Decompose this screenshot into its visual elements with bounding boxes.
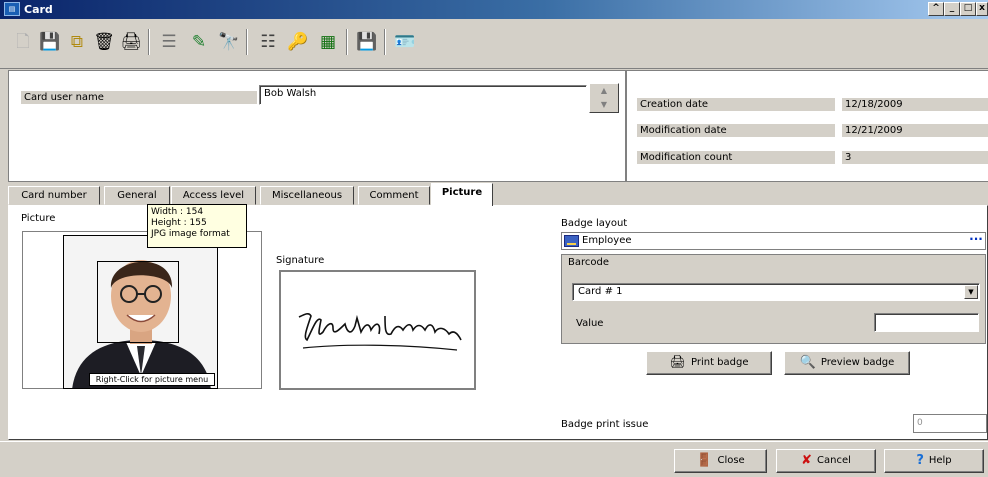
minimize-icon[interactable]: _ — [944, 2, 960, 16]
toolbar-separator — [148, 29, 150, 55]
toolbar: 🗋 💾 ⧉ 🗑 🖨 ☰ ✎ 🔭 ☷ 🔑 ▦ 💾 🪪 — [0, 19, 988, 69]
picture-tab-page: Picture Right-Click for picture menu Wid… — [8, 204, 988, 440]
modification-date-label: Modification date — [637, 124, 835, 137]
picture-frame[interactable]: Right-Click for picture menu — [22, 231, 262, 389]
window-title: Card — [24, 3, 53, 16]
tab-comment[interactable]: Comment — [358, 186, 430, 205]
user-name-section: Card user name Bob Walsh ▲ ▼ — [9, 71, 625, 181]
signature-image — [298, 312, 462, 351]
floppy-icon[interactable]: 💾 — [354, 29, 380, 55]
cancel-button[interactable]: ✘ Cancel — [776, 449, 876, 473]
picture-label: Picture — [21, 213, 56, 224]
print-badge-button[interactable]: 🖨 Print badge — [646, 351, 772, 375]
card-user-name-field[interactable]: Bob Walsh — [259, 85, 587, 105]
restore-icon[interactable]: ^ — [928, 2, 944, 16]
card-header-panel: Card user name Bob Walsh ▲ ▼ Creation da… — [8, 70, 988, 182]
tab-card-number[interactable]: Card number — [8, 186, 100, 205]
tooltip-width: Width : 154 — [151, 207, 204, 217]
link-icon[interactable]: ✎ — [186, 29, 212, 55]
card-window: ▤ Card ^ _ □ x 🗋 💾 ⧉ 🗑 🖨 ☰ ✎ 🔭 ☷ 🔑 ▦ 💾 🪪… — [0, 0, 988, 477]
badge-layout-field[interactable]: Employee ··· — [561, 232, 986, 250]
barcode-group: Barcode Card # 1 ▼ Value — [561, 254, 986, 344]
delete-icon[interactable]: 🗑 — [91, 29, 117, 55]
print-icon[interactable]: 🖨 — [118, 29, 144, 55]
help-button[interactable]: ? Help — [884, 449, 984, 473]
list-icon[interactable]: ☰ — [156, 29, 182, 55]
badge-print-issue-label: Badge print issue — [561, 419, 649, 430]
right-click-hint: Right-Click for picture menu — [89, 373, 215, 386]
new-icon[interactable]: 🗋 — [10, 29, 36, 55]
barcode-selected-value: Card # 1 — [578, 286, 623, 297]
cancel-x-icon: ✘ — [801, 453, 812, 468]
picture-info-tooltip: Width : 154 Height : 155 JPG image forma… — [147, 204, 247, 248]
crop-rectangle[interactable] — [97, 261, 179, 343]
toolbar-separator — [346, 29, 348, 55]
badge-print-icon[interactable]: 🪪 — [392, 29, 418, 55]
details-icon[interactable]: ☷ — [255, 29, 281, 55]
tooltip-height: Height : 155 — [151, 218, 207, 228]
modification-date-value: 12/21/2009 — [842, 124, 988, 137]
creation-date-label: Creation date — [637, 98, 835, 111]
spin-up-icon[interactable]: ▲ — [590, 84, 618, 98]
footer-bar: 🚪 Close ✘ Cancel ? Help — [0, 441, 988, 477]
barcode-value-field[interactable] — [874, 313, 979, 332]
signature-label: Signature — [276, 255, 325, 266]
chevron-down-icon[interactable]: ▼ — [964, 285, 978, 299]
badge-layout-label: Badge layout — [561, 218, 628, 229]
barcode-group-label: Barcode — [568, 257, 609, 268]
maximize-icon[interactable]: □ — [960, 2, 976, 16]
badge-layout-icon — [564, 235, 579, 247]
door-icon: 🚪 — [696, 453, 713, 468]
grid-icon[interactable]: ▦ — [315, 29, 341, 55]
help-icon: ? — [916, 453, 924, 468]
close-button[interactable]: 🚪 Close — [674, 449, 767, 473]
printer-icon: 🖨 — [669, 355, 686, 370]
cardholder-photo[interactable]: Right-Click for picture menu — [63, 235, 218, 389]
badge-print-issue-field[interactable]: 0 — [913, 414, 987, 433]
spin-down-icon[interactable]: ▼ — [590, 98, 618, 112]
tab-strip: Card number General Access level Miscell… — [8, 183, 988, 206]
copy-icon[interactable]: ⧉ — [64, 29, 90, 55]
creation-date-value: 12/18/2009 — [842, 98, 988, 111]
save-icon[interactable]: 💾 — [37, 29, 63, 55]
tab-general[interactable]: General — [104, 186, 170, 205]
record-info-section: Creation date 12/18/2009 Modification da… — [625, 71, 988, 181]
modification-count-value: 3 — [842, 151, 988, 164]
card-user-name-label: Card user name — [21, 91, 257, 104]
user-spinner[interactable]: ▲ ▼ — [589, 83, 619, 113]
ellipsis-icon[interactable]: ··· — [968, 233, 984, 248]
close-window-icon[interactable]: x — [976, 2, 988, 16]
find-icon[interactable]: 🔭 — [216, 29, 242, 55]
title-bar[interactable]: ▤ Card ^ _ □ x — [0, 0, 988, 19]
card-app-icon: ▤ — [4, 2, 20, 16]
barcode-select[interactable]: Card # 1 ▼ — [572, 283, 980, 301]
value-label: Value — [576, 318, 604, 329]
toolbar-separator — [246, 29, 248, 55]
modification-count-label: Modification count — [637, 151, 835, 164]
preview-icon: 🔍 — [799, 355, 816, 370]
key-icon[interactable]: 🔑 — [285, 29, 311, 55]
signature-frame[interactable] — [279, 270, 476, 390]
preview-badge-button[interactable]: 🔍 Preview badge — [784, 351, 910, 375]
tab-miscellaneous[interactable]: Miscellaneous — [260, 186, 354, 205]
toolbar-separator — [384, 29, 386, 55]
badge-layout-value: Employee — [582, 235, 632, 246]
tooltip-format: JPG image format — [151, 229, 230, 239]
tab-access-level[interactable]: Access level — [171, 186, 256, 205]
tab-picture[interactable]: Picture — [431, 183, 493, 206]
